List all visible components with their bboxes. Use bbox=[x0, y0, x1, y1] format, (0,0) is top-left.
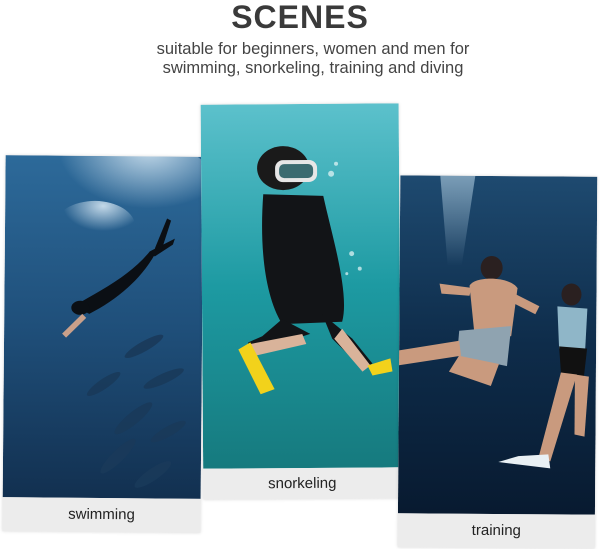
snorkeling-photo bbox=[200, 103, 402, 469]
page-title: SCENES bbox=[231, 0, 369, 35]
card-caption-training: training bbox=[471, 521, 521, 540]
swimming-photo bbox=[2, 155, 204, 499]
card-caption-snorkeling: snorkeling bbox=[268, 474, 337, 493]
subtitle-line-2: swimming, snorkeling, training and divin… bbox=[162, 59, 464, 77]
scene-card-swimming: swimming bbox=[2, 155, 204, 533]
page-subtitle: suitable for beginners, women and men fo… bbox=[0, 40, 600, 78]
training-photo bbox=[397, 175, 598, 515]
scene-card-training: training bbox=[397, 175, 598, 549]
card-caption-swimming: swimming bbox=[68, 505, 135, 524]
scene-card-snorkeling: snorkeling bbox=[200, 103, 402, 500]
subtitle-line-1: suitable for beginners, women and men fo… bbox=[156, 40, 470, 58]
